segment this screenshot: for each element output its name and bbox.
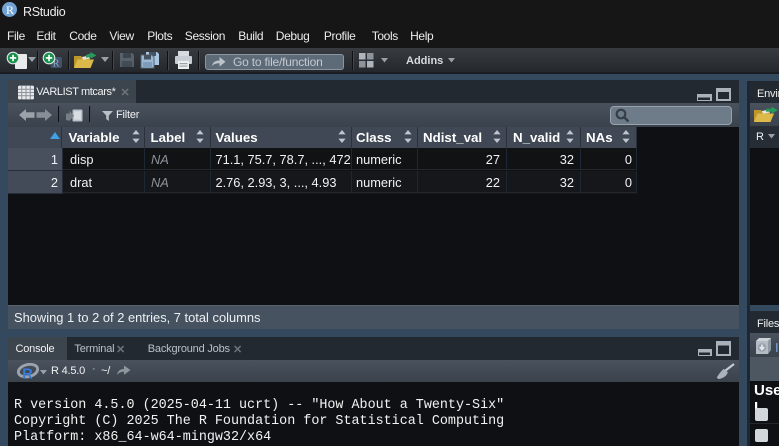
svg-text:R: R bbox=[22, 366, 33, 380]
